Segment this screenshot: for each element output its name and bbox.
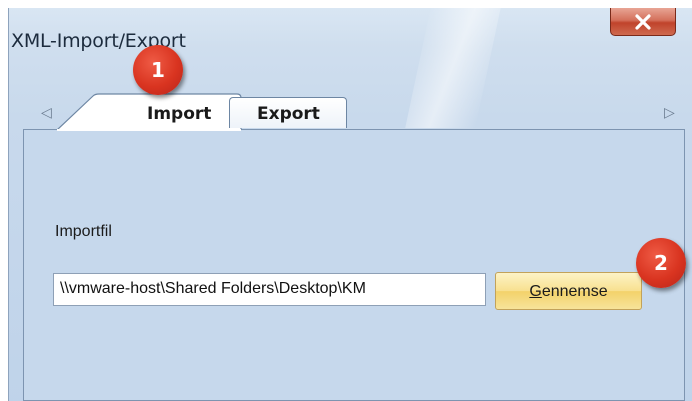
close-icon [633, 13, 653, 30]
tab-import-label: Import [147, 104, 212, 124]
tab-export-label: Export [257, 104, 320, 124]
xml-import-export-window: XML-Import/Export ◁ Import Export ▷ Impo… [8, 8, 692, 401]
triangle-left-icon[interactable]: ◁ [41, 105, 52, 121]
triangle-right-icon[interactable]: ▷ [664, 105, 675, 121]
tab-export[interactable]: Export [229, 97, 347, 128]
callout-badge-1: 1 [133, 45, 183, 95]
close-button[interactable] [610, 8, 676, 36]
tab-import[interactable]: Import [57, 93, 242, 131]
import-file-label: Importfil [55, 223, 112, 240]
tab-strip: ◁ Import Export ▷ [23, 93, 685, 131]
import-panel [23, 129, 685, 401]
import-file-path-input[interactable]: \\vmware-host\Shared Folders\Desktop\KM [53, 273, 486, 306]
browse-button[interactable]: Gennemse [495, 272, 642, 310]
browse-button-access-key: G [529, 283, 542, 300]
callout-badge-2: 2 [636, 238, 686, 288]
browse-button-label: ennemse [541, 283, 608, 300]
